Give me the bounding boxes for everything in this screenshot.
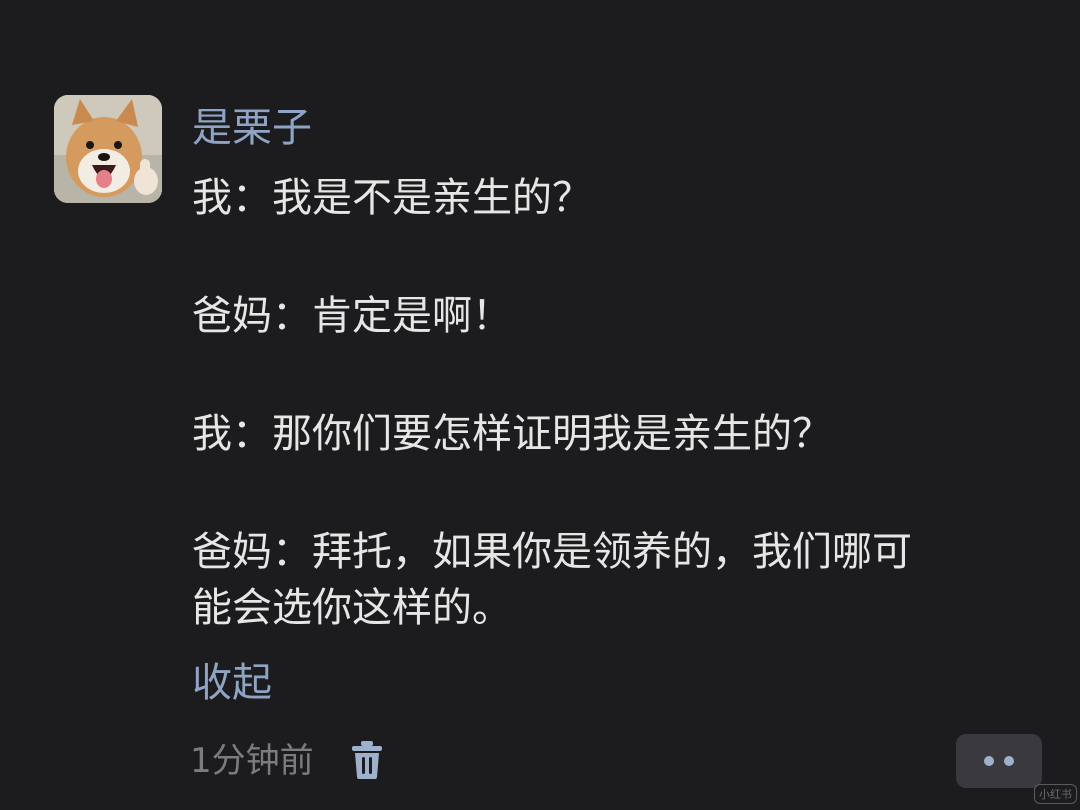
more-options-button[interactable] bbox=[956, 734, 1042, 788]
shiba-dog-avatar-icon bbox=[54, 95, 162, 203]
comment-line: 爸妈：肯定是啊！ bbox=[192, 293, 512, 339]
comment-line: 我：那你们要怎样证明我是亲生的？ bbox=[192, 411, 832, 457]
watermark: 小红书 bbox=[1034, 784, 1077, 804]
comment-line: 能会选你这样的。 bbox=[192, 585, 512, 631]
trash-icon bbox=[352, 741, 382, 779]
comment-line: 我：我是不是亲生的？ bbox=[192, 175, 592, 221]
comment-line: 爸妈：拜托，如果你是领养的，我们哪可 bbox=[192, 529, 912, 575]
comment-body: 我：我是不是亲生的？ 爸妈：肯定是啊！ 我：那你们要怎样证明我是亲生的？ 爸妈：… bbox=[192, 170, 1032, 636]
avatar[interactable] bbox=[54, 95, 162, 203]
collapse-button[interactable]: 收起 bbox=[192, 655, 272, 711]
more-dots-icon bbox=[1004, 756, 1014, 766]
comment-timestamp: 1分钟前 bbox=[190, 741, 314, 781]
more-dots-icon bbox=[984, 756, 994, 766]
comment-screen: 是栗子 我：我是不是亲生的？ 爸妈：肯定是啊！ 我：那你们要怎样证明我是亲生的？… bbox=[0, 0, 1080, 810]
comment-author[interactable]: 是栗子 bbox=[192, 100, 312, 156]
delete-comment-button[interactable] bbox=[350, 740, 384, 780]
